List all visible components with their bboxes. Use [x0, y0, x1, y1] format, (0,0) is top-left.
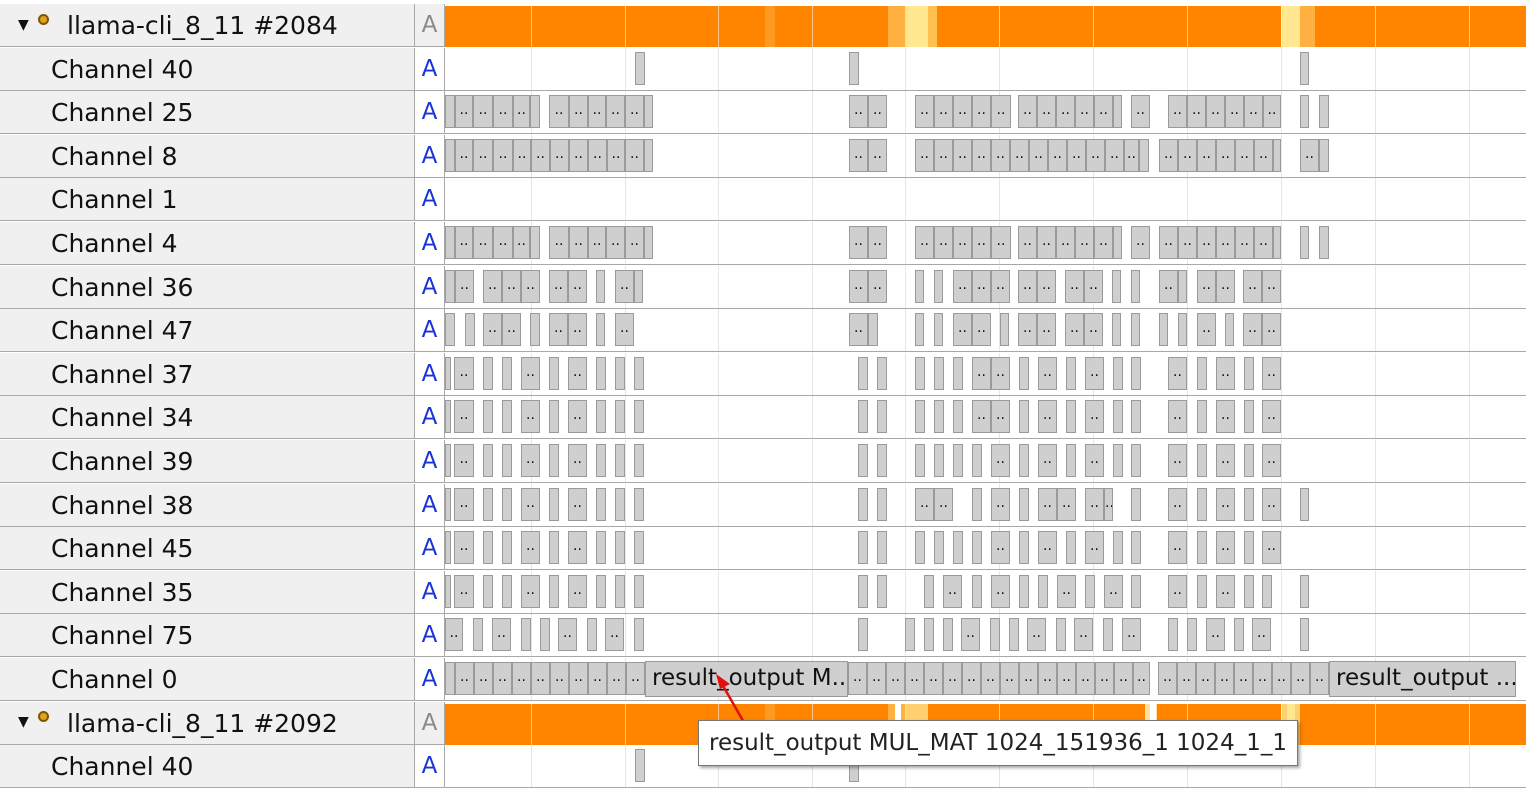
block-tooltip: result_output MUL_MAT 1024_151936_1 1024… — [698, 720, 1298, 766]
mouse-pointer-icon — [716, 674, 748, 727]
